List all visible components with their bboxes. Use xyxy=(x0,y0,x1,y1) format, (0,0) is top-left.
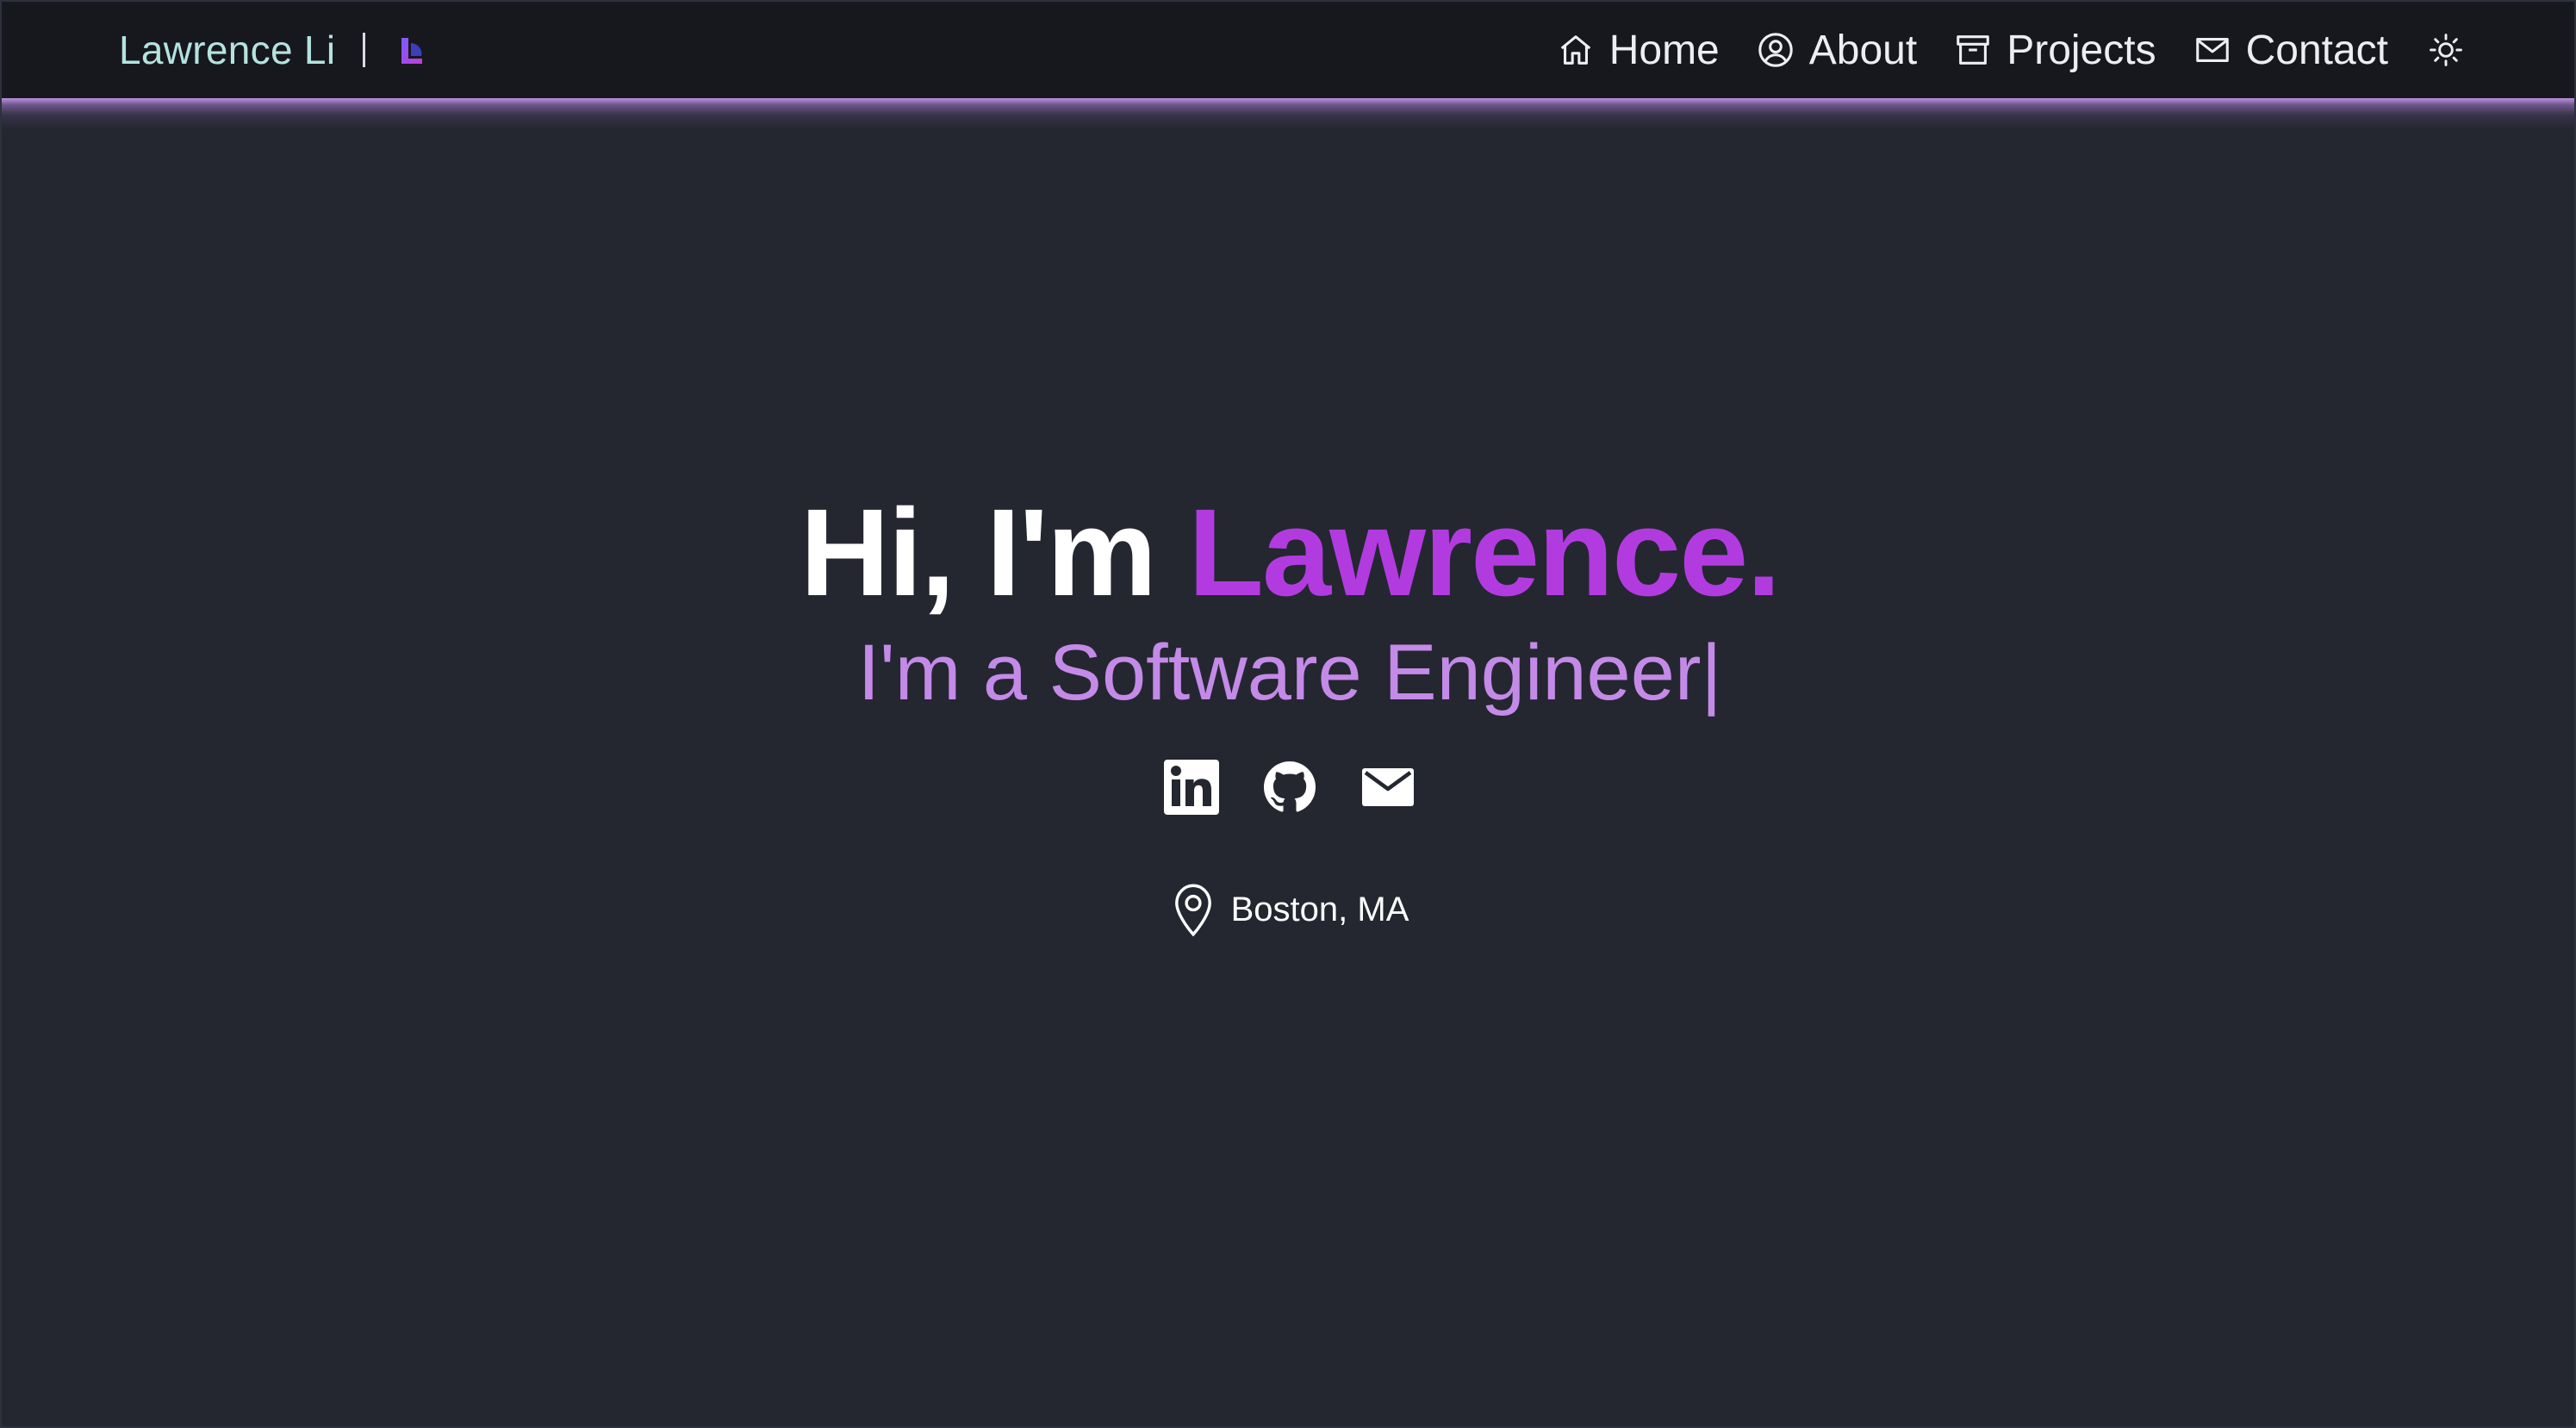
linkedin-link[interactable] xyxy=(1164,760,1219,815)
theme-toggle-button[interactable] xyxy=(2424,28,2467,71)
hero-greeting: Hi, I'm xyxy=(800,483,1188,622)
nav-contact[interactable]: Contact xyxy=(2193,27,2388,74)
email-icon xyxy=(1362,768,1414,806)
github-icon xyxy=(1264,761,1316,812)
brand-name[interactable]: Lawrence Li xyxy=(119,27,335,73)
location-text: Boston, MA xyxy=(1230,890,1409,928)
archive-icon xyxy=(1957,35,1989,65)
nav-about-label: About xyxy=(1808,27,1918,73)
nav-projects[interactable]: Projects xyxy=(1953,27,2156,74)
nav-contact-label: Contact xyxy=(2245,27,2388,73)
mail-icon xyxy=(2195,38,2229,62)
nav-links: Home About Projects Contact xyxy=(1520,2,2467,98)
github-link[interactable] xyxy=(1262,760,1317,815)
hero-subtitle: I'm a Software Engineer| xyxy=(2,625,2574,720)
location: Boston, MA xyxy=(2,882,2574,937)
page: Lawrence Li Home About Projects Contact … xyxy=(0,0,2576,1428)
hero: Hi, I'm Lawrence. I'm a Software Enginee… xyxy=(2,483,2574,720)
navbar-glow xyxy=(2,98,2574,129)
nav-about[interactable]: About xyxy=(1756,27,1917,74)
nav-home-label: Home xyxy=(1608,27,1720,73)
nav-projects-label: Projects xyxy=(2007,27,2156,73)
hero-name: Lawrence. xyxy=(1187,483,1781,622)
email-link[interactable] xyxy=(1360,760,1416,815)
league-logo-icon[interactable] xyxy=(396,33,427,67)
brand-divider xyxy=(363,33,366,67)
navbar: Lawrence Li Home About Projects Contact xyxy=(2,2,2574,98)
brand[interactable]: Lawrence Li xyxy=(119,2,427,98)
hero-subtitle-text: I'm a Software Engineer xyxy=(857,629,1702,717)
hero-title: Hi, I'm Lawrence. xyxy=(2,483,2574,622)
social-links xyxy=(2,760,2574,815)
home-icon xyxy=(1560,35,1590,65)
map-pin-icon xyxy=(1174,884,1211,937)
typing-cursor: | xyxy=(1701,629,1722,717)
sun-icon xyxy=(2430,34,2462,66)
linkedin-icon xyxy=(1164,760,1219,815)
nav-home[interactable]: Home xyxy=(1556,27,1720,74)
user-circle-icon xyxy=(1758,33,1793,67)
